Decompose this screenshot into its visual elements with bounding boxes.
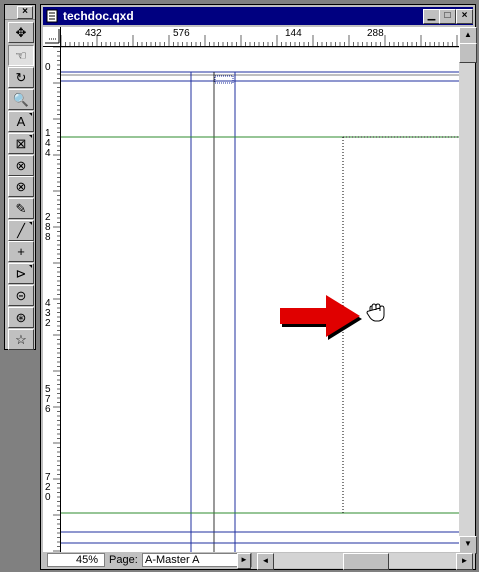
content-hand-tool-icon: ☜	[15, 47, 27, 63]
horizontal-scrollbar[interactable]: ◄ ►	[257, 553, 473, 570]
vertical-scroll-thumb[interactable]	[459, 43, 477, 63]
content-hand-tool-button[interactable]: ☜	[8, 45, 34, 66]
tool-palette: × ✥ ☜ ↻ 🔍 A ⊠ ⊗ ⊗ ✎ ╱ + ⊳ ⊝ ⊛ ☆	[4, 4, 36, 350]
status-bar: 45% Page: A-Master A ► ◄ ►	[43, 552, 475, 570]
item-tool-button[interactable]: ✥	[8, 22, 34, 43]
vruler-label: 6	[45, 404, 51, 415]
rotation-tool-button[interactable]: ↻	[8, 67, 34, 88]
page-layout	[61, 71, 459, 552]
close-button[interactable]: ×	[456, 9, 473, 24]
text-path-tool-icon: ⊳	[15, 265, 27, 281]
zoom-tool-button[interactable]: 🔍	[8, 89, 34, 110]
page-canvas[interactable]	[61, 48, 459, 552]
bezier-picture-box-tool-icon: ✎	[15, 200, 27, 216]
picture-box-tool-button[interactable]: ⊠	[8, 133, 34, 154]
window-title-bar[interactable]: techdoc.qxd ▁ □ ×	[43, 7, 473, 25]
vertical-scrollbar[interactable]: ▲ ▼	[459, 27, 477, 554]
red-arrow-annotation	[280, 295, 362, 340]
vruler-label: 0	[45, 62, 51, 73]
oval-picture-box-tool-button[interactable]: ⊗	[8, 155, 34, 176]
picture-box-tool-icon: ⊠	[15, 135, 27, 151]
horizontal-ruler[interactable]: 432 576 144 288	[61, 27, 459, 47]
maximize-button[interactable]: □	[439, 9, 456, 24]
hruler-label: 432	[85, 28, 102, 39]
palette-close-button[interactable]: ×	[17, 6, 33, 19]
unlinking-tool-button[interactable]: ⊛	[8, 307, 34, 328]
window-title: techdoc.qxd	[63, 9, 134, 23]
scroll-right-button[interactable]: ►	[456, 553, 473, 570]
vertical-ruler[interactable]: 0144288432576720	[43, 47, 61, 552]
palette-title-bar[interactable]: ×	[5, 5, 35, 20]
zoom-tool-icon: 🔍	[12, 91, 30, 107]
linking-tool-icon: ⊝	[15, 287, 27, 303]
hruler-label: 288	[367, 28, 384, 39]
unlinking-tool-icon: ⊛	[15, 309, 27, 325]
vruler-label: 2	[45, 318, 51, 329]
page-dropdown-button[interactable]: ►	[237, 553, 251, 569]
vruler-label: 4	[45, 148, 51, 159]
rotation-tool-icon: ↻	[15, 69, 27, 85]
page-selector-value: A-Master A	[145, 554, 200, 566]
linked-box-marker	[214, 75, 234, 84]
linking-tool-button[interactable]: ⊝	[8, 285, 34, 306]
minimize-button[interactable]: ▁	[423, 9, 440, 24]
oval-picture-box-tool-icon: ⊗	[15, 157, 27, 173]
starburst-tool-button[interactable]: ☆	[8, 329, 34, 350]
grabber-hand-cursor-icon	[366, 303, 385, 322]
round-picture-box-tool-icon: ⊗	[15, 178, 27, 194]
orthogonal-line-tool-button[interactable]: +	[8, 241, 34, 262]
vruler-label: 8	[45, 232, 51, 243]
hruler-label: 576	[173, 28, 190, 39]
document-icon	[46, 9, 58, 23]
starburst-tool-icon: ☆	[15, 331, 27, 347]
item-tool-icon: ✥	[15, 24, 27, 40]
page-selector[interactable]: A-Master A ►	[142, 553, 252, 569]
hruler-label: 144	[285, 28, 302, 39]
round-picture-box-tool-button[interactable]: ⊗	[8, 176, 34, 197]
horizontal-scroll-thumb[interactable]	[343, 553, 389, 570]
vruler-label: 0	[45, 492, 51, 503]
text-path-tool-button[interactable]: ⊳	[8, 263, 34, 284]
line-tool-icon: ╱	[17, 222, 25, 238]
bezier-picture-box-tool-button[interactable]: ✎	[8, 198, 34, 219]
document-window: techdoc.qxd ▁ □ × 432 576 144 288 014428…	[40, 4, 477, 570]
text-box-tool-icon: A	[16, 114, 26, 129]
scroll-left-button[interactable]: ◄	[257, 553, 274, 570]
ruler-origin-box[interactable]	[43, 27, 61, 47]
zoom-field[interactable]: 45%	[47, 553, 105, 567]
orthogonal-line-tool-icon: +	[17, 244, 25, 259]
line-tool-button[interactable]: ╱	[8, 220, 34, 241]
text-box-tool-button[interactable]: A	[8, 111, 34, 132]
page-label: Page:	[109, 554, 138, 566]
